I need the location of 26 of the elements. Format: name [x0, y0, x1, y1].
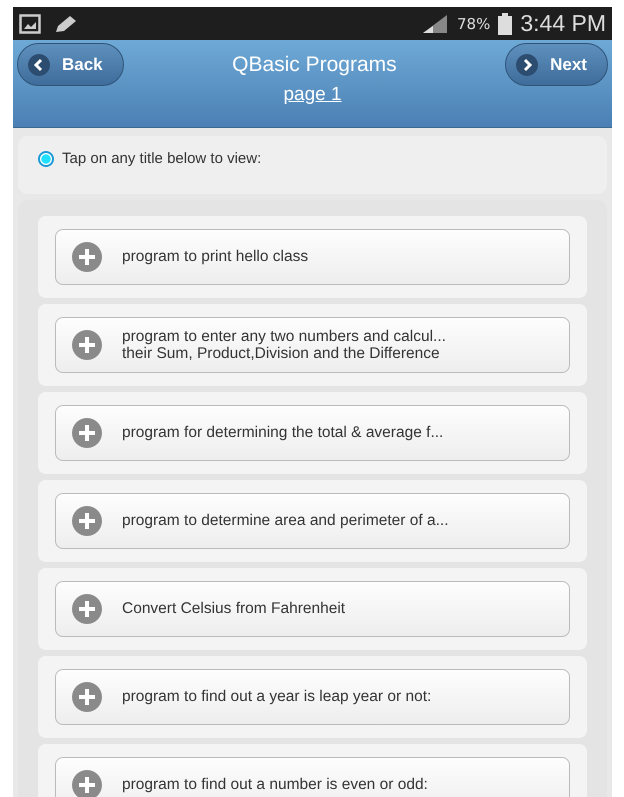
chevron-left-icon: [28, 54, 50, 76]
program-item[interactable]: program to determine area and perimeter of a...: [55, 493, 570, 549]
plus-icon: [72, 506, 102, 536]
next-button[interactable]: Next: [505, 43, 608, 86]
chevron-right-icon: [516, 54, 538, 76]
program-item[interactable]: program to enter any two numbers and calcul... their Sum, Product,Division and the Difference: [55, 317, 570, 373]
app-title: QBasic Programs: [232, 52, 397, 76]
battery-percentage: 78%: [457, 14, 490, 32]
plus-icon: [72, 242, 102, 272]
plus-icon: [72, 594, 102, 624]
plus-icon: [72, 418, 102, 448]
program-item[interactable]: program to find out a year is leap year or not:: [55, 669, 570, 725]
plus-icon: [72, 330, 102, 360]
program-item[interactable]: program to find out a number is even or odd:: [55, 757, 570, 797]
hint-text: Tap on any title below to view:: [62, 150, 262, 167]
program-item[interactable]: program for determining the total & average f...: [55, 405, 570, 461]
program-item[interactable]: Convert Celsius from Fahrenheit: [55, 581, 570, 637]
plus-icon: [72, 770, 102, 797]
plus-icon: [72, 682, 102, 712]
program-item[interactable]: program to print hello class: [55, 229, 570, 285]
clock-time: 3:44 PM: [520, 10, 606, 37]
back-button[interactable]: Back: [17, 43, 124, 86]
battery-icon: [498, 12, 512, 34]
radio-button[interactable]: [38, 151, 54, 167]
signal-icon: [421, 12, 449, 34]
picture-icon: [19, 14, 41, 34]
